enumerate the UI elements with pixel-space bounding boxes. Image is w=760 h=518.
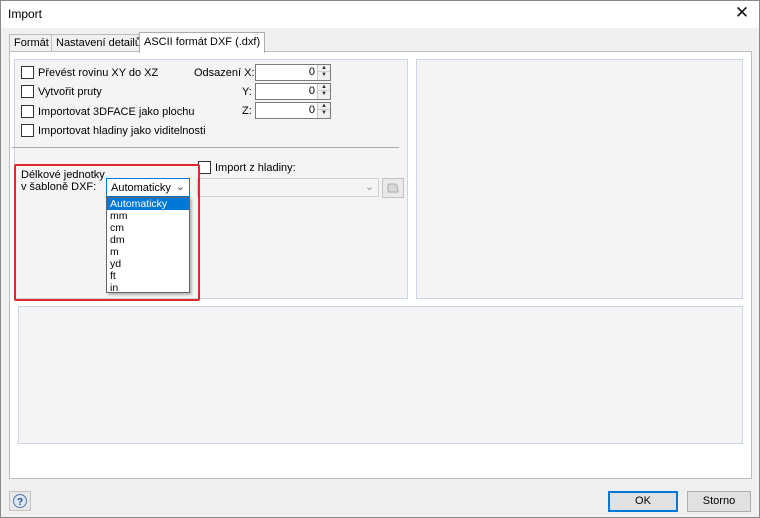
units-option-mm[interactable]: mm [107, 210, 189, 222]
offset-z-value: 0 [308, 104, 315, 116]
units-option-m[interactable]: m [107, 246, 189, 258]
convert-plane-option[interactable]: Převést rovinu XY do XZ [21, 66, 158, 79]
spin-down-icon[interactable]: ▼ [318, 91, 330, 98]
units-option-dm[interactable]: dm [107, 234, 189, 246]
offset-y-spinner[interactable]: 0 ▲ ▼ [255, 83, 331, 100]
dialog-title: Import [8, 7, 43, 21]
import-layers-visibility-checkbox[interactable] [21, 124, 34, 137]
svg-text:?: ? [17, 497, 23, 508]
offset-x-spin-buttons: ▲ ▼ [317, 65, 330, 80]
close-button[interactable]: ✕ [731, 3, 753, 25]
spin-down-icon[interactable]: ▼ [318, 110, 330, 117]
info-area [18, 306, 743, 444]
convert-plane-checkbox[interactable] [21, 66, 34, 79]
spin-up-icon[interactable]: ▲ [318, 103, 330, 110]
separator [12, 147, 399, 148]
spin-up-icon[interactable]: ▲ [318, 84, 330, 91]
help-button[interactable]: ? [9, 491, 31, 511]
import-from-layer-label: Import z hladiny: [215, 161, 296, 174]
units-label-line1: Délkové jednotky [21, 169, 105, 181]
import-layers-visibility-label: Importovat hladiny jako viditelnosti [38, 124, 206, 137]
units-option-cm[interactable]: cm [107, 222, 189, 234]
tab-detail-settings[interactable]: Nastavení detailů [51, 34, 146, 52]
units-option-automaticky[interactable]: Automaticky [107, 198, 189, 210]
ok-button[interactable]: OK [608, 491, 678, 512]
spin-down-icon[interactable]: ▼ [318, 72, 330, 79]
offset-y-label: Y: [242, 86, 252, 98]
chevron-down-icon: ⌄ [175, 181, 185, 193]
help-icon: ? [13, 494, 27, 508]
units-option-in[interactable]: in [107, 282, 189, 294]
offset-x-spinner[interactable]: 0 ▲ ▼ [255, 64, 331, 81]
create-members-option[interactable]: Vytvořit pruty [21, 85, 102, 98]
import-from-layer-checkbox[interactable] [198, 161, 211, 174]
preview-group [416, 59, 743, 299]
cancel-button[interactable]: Storno [687, 491, 751, 512]
create-members-checkbox[interactable] [21, 85, 34, 98]
offset-y-spin-buttons: ▲ ▼ [317, 84, 330, 99]
import-3dface-checkbox[interactable] [21, 105, 34, 118]
layer-select-button[interactable] [382, 178, 404, 198]
units-label-line2: v šabloně DXF: [21, 181, 97, 193]
offset-z-spin-buttons: ▲ ▼ [317, 103, 330, 118]
units-option-ft[interactable]: ft [107, 270, 189, 282]
tab-format[interactable]: Formát [9, 34, 54, 52]
chevron-down-icon: ⌄ [364, 181, 374, 193]
create-members-label: Vytvořit pruty [38, 85, 102, 98]
layer-select[interactable]: ⌄ [197, 178, 379, 197]
import-from-layer-option[interactable]: Import z hladiny: [198, 161, 296, 174]
offset-y-value: 0 [308, 85, 315, 97]
units-dropdown-list: Automaticky mm cm dm m yd ft in [106, 197, 190, 294]
convert-plane-label: Převést rovinu XY do XZ [38, 66, 159, 79]
units-select[interactable]: Automaticky ⌄ [106, 178, 190, 197]
offset-z-label: Z: [242, 105, 252, 117]
units-option-yd[interactable]: yd [107, 258, 189, 270]
offset-x-label: Odsazení X: [194, 67, 255, 79]
import-3dface-label: Importovat 3DFACE jako plochu [38, 105, 195, 118]
close-icon: ✕ [734, 3, 750, 22]
title-bar: Import ✕ [1, 1, 759, 28]
offset-x-value: 0 [308, 66, 315, 78]
import-3dface-option[interactable]: Importovat 3DFACE jako plochu [21, 105, 195, 118]
units-selected-value: Automaticky [111, 182, 171, 194]
import-layers-visibility-option[interactable]: Importovat hladiny jako viditelnosti [21, 124, 206, 137]
offset-z-spinner[interactable]: 0 ▲ ▼ [255, 102, 331, 119]
tab-ascii-dxf[interactable]: ASCII formát DXF (.dxf) [139, 32, 266, 53]
layer-picker-icon [387, 183, 399, 193]
spin-up-icon[interactable]: ▲ [318, 65, 330, 72]
import-dialog: Import ✕ Formát Nastavení detailů ASCII … [0, 0, 760, 518]
